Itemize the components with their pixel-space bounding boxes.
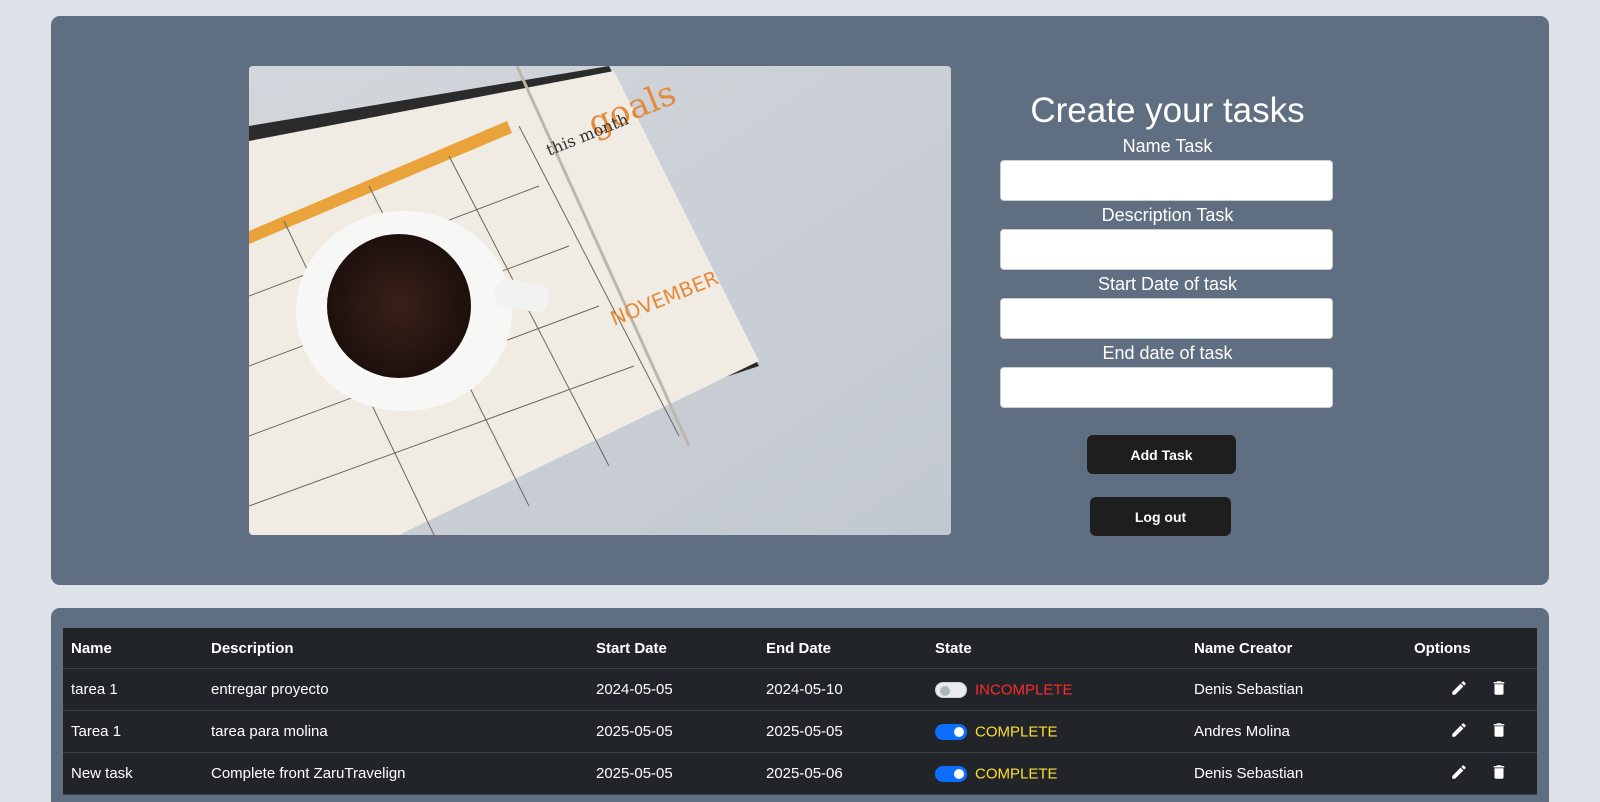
cell-description: entregar proyecto: [203, 668, 588, 711]
cell-state: COMPLETE: [927, 752, 1186, 795]
header-options: Options: [1406, 628, 1537, 669]
header-description: Description: [203, 628, 588, 669]
state-text: COMPLETE: [975, 723, 1058, 741]
cell-options: [1406, 752, 1537, 795]
pencil-icon[interactable]: [1450, 721, 1468, 743]
cell-description: Complete front ZaruTravelign: [203, 752, 588, 795]
table-header-row: Name Description Start Date End Date Sta…: [63, 628, 1537, 669]
pencil-icon[interactable]: [1450, 763, 1468, 785]
header-end-date: End Date: [758, 628, 927, 669]
cell-end-date: 2025-05-05: [758, 710, 927, 753]
tasks-table: Name Description Start Date End Date Sta…: [63, 628, 1537, 795]
cell-name: tarea 1: [63, 668, 203, 711]
state-toggle[interactable]: [935, 765, 967, 782]
toggle-knob: [954, 726, 964, 737]
header-name: Name: [63, 628, 203, 669]
start-date-label: Start Date of task: [1097, 274, 1238, 294]
state-text: INCOMPLETE: [975, 681, 1073, 699]
table-row: New task Complete front ZaruTravelign 2025…: [63, 752, 1537, 795]
header-name-creator: Name Creator: [1186, 628, 1406, 669]
cell-creator: Denis Sebastian: [1186, 752, 1406, 795]
start-date-input[interactable]: [1000, 298, 1333, 339]
trash-icon[interactable]: [1490, 763, 1508, 785]
table-row: tarea 1 entregar proyecto 2024-05-05 2024-0…: [63, 668, 1537, 711]
cell-state: COMPLETE: [927, 710, 1186, 753]
cell-creator: Denis Sebastian: [1186, 668, 1406, 711]
state-text: COMPLETE: [975, 765, 1058, 783]
cell-description: tarea para molina: [203, 710, 588, 753]
description-task-input[interactable]: [1000, 229, 1333, 270]
cell-state: INCOMPLETE: [927, 668, 1186, 711]
end-date-label: End date of task: [1102, 343, 1233, 363]
cell-options: [1406, 668, 1537, 711]
cell-start-date: 2025-05-05: [588, 752, 758, 795]
header-start-date: Start Date: [588, 628, 758, 669]
cell-name: Tarea 1: [63, 710, 203, 753]
cell-start-date: 2025-05-05: [588, 710, 758, 753]
create-task-form: Create your tasks Name Task Description …: [998, 86, 1337, 412]
header-state: State: [927, 628, 1186, 669]
cell-options: [1406, 710, 1537, 753]
trash-icon[interactable]: [1490, 679, 1508, 701]
end-date-input[interactable]: [1000, 367, 1333, 408]
state-toggle[interactable]: [935, 681, 967, 698]
table-row: Tarea 1 tarea para molina 2025-05-05 2025-0…: [63, 710, 1537, 753]
name-task-input[interactable]: [1000, 160, 1333, 201]
planner-with-coffee-image: goals this month NOVEMBER: [249, 66, 951, 535]
cell-creator: Andres Molina: [1186, 710, 1406, 753]
toggle-knob: [940, 685, 950, 696]
cell-name: New task: [63, 752, 203, 795]
top-panel: goals this month NOVEMBER Create your ta…: [51, 16, 1549, 585]
logout-button[interactable]: Log out: [1090, 497, 1231, 536]
cell-start-date: 2024-05-05: [588, 668, 758, 711]
description-task-label: Description Task: [1101, 205, 1234, 225]
state-toggle[interactable]: [935, 723, 967, 740]
cell-end-date: 2025-05-06: [758, 752, 927, 795]
pencil-icon[interactable]: [1450, 679, 1468, 701]
trash-icon[interactable]: [1490, 721, 1508, 743]
toggle-knob: [954, 768, 964, 779]
add-task-button[interactable]: Add Task: [1087, 435, 1236, 474]
bottom-panel: Name Description Start Date End Date Sta…: [51, 608, 1549, 802]
cell-end-date: 2024-05-10: [758, 668, 927, 711]
form-title: Create your tasks: [1030, 91, 1305, 130]
name-task-label: Name Task: [1122, 136, 1213, 156]
